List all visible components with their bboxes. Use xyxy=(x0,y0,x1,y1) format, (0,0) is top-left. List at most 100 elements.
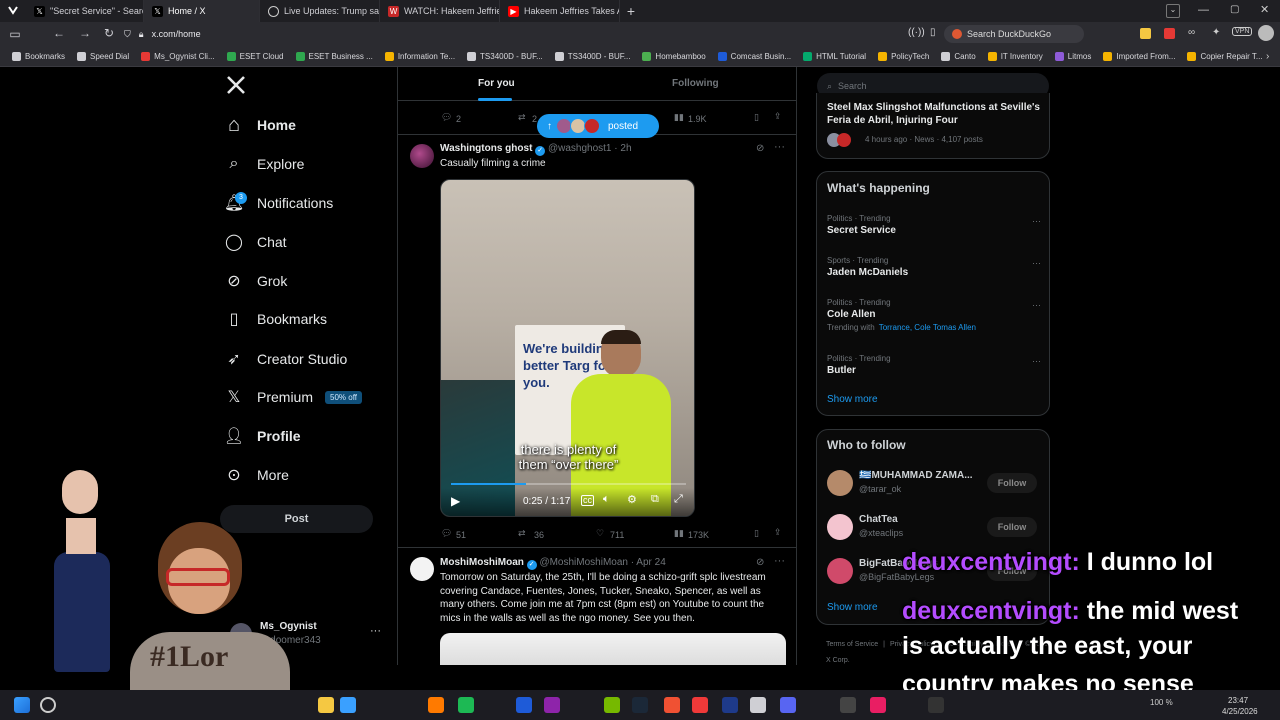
sidebar-item-notifications[interactable]: 🔔︎ 3 Notifications xyxy=(224,189,333,217)
trend-more-icon[interactable]: ··· xyxy=(1032,356,1041,366)
browser-app-icon[interactable] xyxy=(544,697,560,713)
bookmark-item[interactable]: Litmos xyxy=(1049,51,1098,61)
grok-icon[interactable]: ⊘ xyxy=(756,557,764,568)
tab-secret-service-search[interactable]: 𝕏 "Secret Service" - Search / X xyxy=(26,0,144,22)
sidebar-item-explore[interactable]: ⌕ Explore xyxy=(225,150,305,178)
volume-icon[interactable]: 🔈︎ xyxy=(603,493,610,506)
url-field[interactable]: ⛉ 🔒︎ x.com/home xyxy=(124,26,908,42)
bookmark-item[interactable]: Copier Repair T... xyxy=(1181,51,1268,61)
sidebar-item-chat[interactable]: ◯ Chat xyxy=(225,228,287,256)
tab-home-x[interactable]: 𝕏 Home / X xyxy=(144,0,260,22)
bookmark-item[interactable]: Ms_Ogynist Cli... xyxy=(135,51,220,61)
bookmark-item[interactable]: Comcast Busin... xyxy=(712,51,797,61)
share-icon[interactable]: ⇪ xyxy=(774,527,782,538)
show-more-link[interactable]: Show more xyxy=(827,602,878,613)
reload-button[interactable]: ↻ xyxy=(98,26,120,40)
post-washingtons-ghost[interactable]: Washingtons ghost ✓ @washghost1 · 2h ⊘ ·… xyxy=(398,136,796,548)
bookmark-item[interactable]: Speed Dial xyxy=(71,51,135,61)
file-explorer-icon[interactable] xyxy=(318,697,334,713)
obs-icon[interactable] xyxy=(840,697,856,713)
sidebar-item-profile[interactable]: 👤︎ Profile xyxy=(224,422,301,450)
sidebar-item-creator-studio[interactable]: ➶ Creator Studio xyxy=(225,345,347,373)
post-more-icon[interactable]: ··· xyxy=(774,141,785,153)
bookmark-item[interactable]: Bookmarks xyxy=(6,51,71,61)
author-handle[interactable]: @MoshiMoshiMoan xyxy=(539,557,628,568)
tab-for-you[interactable]: For you xyxy=(478,78,515,89)
steam-icon[interactable] xyxy=(632,697,648,713)
discord-icon[interactable] xyxy=(780,697,796,713)
sidebar-item-grok[interactable]: ⊘ Grok xyxy=(225,267,287,295)
video-progress-bar[interactable] xyxy=(451,483,686,485)
author-handle[interactable]: @washghost1 xyxy=(548,143,612,154)
broadcast-icon[interactable]: ((·)) xyxy=(908,27,925,38)
vivaldi-icon[interactable] xyxy=(692,697,708,713)
maximize-button[interactable]: ▢ xyxy=(1230,4,1239,15)
extension-puzzle-icon[interactable]: ✦ xyxy=(1212,27,1220,38)
bookmark-item[interactable]: IT Inventory xyxy=(982,51,1049,61)
vpn-badge[interactable]: VPN xyxy=(1232,27,1253,36)
screen-tool-icon[interactable] xyxy=(870,697,886,713)
views-icon[interactable]: ▮▮ xyxy=(674,528,684,539)
author-name[interactable]: Washingtons ghost xyxy=(440,143,532,154)
tab-list-chevron-icon[interactable]: ⌄ xyxy=(1166,4,1180,18)
new-tab-button[interactable]: + xyxy=(620,3,642,19)
post-more-icon[interactable]: ··· xyxy=(774,555,785,567)
follow-suggestion[interactable]: ChatTea @xteaclips Follow xyxy=(817,510,1051,544)
trending-with-links[interactable]: Torrance, Cole Tomas Allen xyxy=(879,323,976,332)
search-taskbar-icon[interactable] xyxy=(40,697,56,713)
trend-item[interactable]: Politics · Trending Secret Service ··· xyxy=(827,214,1041,236)
follow-button[interactable]: Follow xyxy=(987,517,1037,537)
sidebar-item-bookmarks[interactable]: ▯ Bookmarks xyxy=(225,305,327,333)
news-card[interactable]: Steel Max Slingshot Malfunctions at Sevi… xyxy=(816,93,1050,159)
trend-more-icon[interactable]: ··· xyxy=(1032,300,1041,310)
x-logo-icon[interactable] xyxy=(226,75,246,100)
trend-more-icon[interactable]: ··· xyxy=(1032,216,1041,226)
browser-menu-icon[interactable] xyxy=(0,4,26,19)
fullscreen-icon[interactable]: ⤢ xyxy=(674,493,683,506)
grok-icon[interactable]: ⊘ xyxy=(756,143,764,154)
new-posts-pill[interactable]: ↑ posted xyxy=(537,114,659,138)
bookmark-page-icon[interactable]: ▯ xyxy=(930,27,936,38)
sidebar-item-premium[interactable]: 𝕏 Premium 50% off xyxy=(225,383,362,411)
windows-start-icon[interactable] xyxy=(14,697,30,713)
back-button[interactable]: ← xyxy=(48,26,70,40)
extension-glasses-icon[interactable]: ∞ xyxy=(1188,27,1195,38)
bookmark-icon[interactable]: ▯ xyxy=(754,528,759,539)
terminal-icon[interactable] xyxy=(928,697,944,713)
author-name[interactable]: MoshiMoshiMoan xyxy=(440,557,524,568)
extension-b-icon[interactable] xyxy=(1164,28,1175,39)
bookmark-item[interactable]: ESET Business ... xyxy=(290,51,379,61)
bookmark-item[interactable]: HTML Tutorial xyxy=(797,51,872,61)
tab-watch-hakeem[interactable]: W WATCH: Hakeem Jeffries Vo xyxy=(380,0,500,22)
tab-hakeem-youtube[interactable]: ▶ Hakeem Jeffries Takes Aim xyxy=(500,0,620,22)
trend-item[interactable]: Sports · Trending Jaden McDaniels ··· xyxy=(827,256,1041,278)
tab-live-updates[interactable]: Live Updates: Trump safe at xyxy=(260,0,380,22)
play-icon[interactable]: ▶ xyxy=(451,494,460,508)
like-icon[interactable]: ♡ xyxy=(596,528,604,539)
panel-toggle-icon[interactable]: ▭ xyxy=(4,27,26,41)
pip-icon[interactable]: ⧉ xyxy=(651,493,659,506)
close-window-button[interactable]: ✕ xyxy=(1260,3,1269,16)
extension-wallet-icon[interactable] xyxy=(1140,28,1151,39)
malwarebytes-icon[interactable] xyxy=(722,697,738,713)
bookmark-item[interactable]: Homebamboo xyxy=(636,51,711,61)
git-icon[interactable] xyxy=(664,697,680,713)
minimize-button[interactable]: — xyxy=(1198,4,1209,16)
reply-icon[interactable]: 💬︎ xyxy=(441,528,452,539)
vlc-icon[interactable] xyxy=(428,697,444,713)
notepad-icon[interactable] xyxy=(750,697,766,713)
forward-button[interactable]: → xyxy=(74,26,96,40)
trend-item[interactable]: Politics · Trending Cole Allen Trending wi… xyxy=(827,298,1041,332)
settings-gear-icon[interactable]: ⚙ xyxy=(627,493,637,506)
bookmark-item[interactable]: PolicyTech xyxy=(872,51,935,61)
follow-button[interactable]: Follow xyxy=(987,473,1037,493)
post-video[interactable]: We're building a better Targ for you. th… xyxy=(440,179,695,517)
captions-icon[interactable]: cc xyxy=(581,495,594,506)
repost-icon[interactable]: ⇄ xyxy=(518,528,526,539)
nvidia-icon[interactable] xyxy=(604,697,620,713)
bookmark-icon[interactable]: ▯ xyxy=(754,112,759,123)
bookmark-item[interactable]: Imported From... xyxy=(1097,51,1181,61)
tab-following[interactable]: Following xyxy=(672,78,719,89)
views-icon[interactable]: ▮▮ xyxy=(674,112,684,123)
trend-item[interactable]: Politics · Trending Butler ··· xyxy=(827,354,1041,376)
